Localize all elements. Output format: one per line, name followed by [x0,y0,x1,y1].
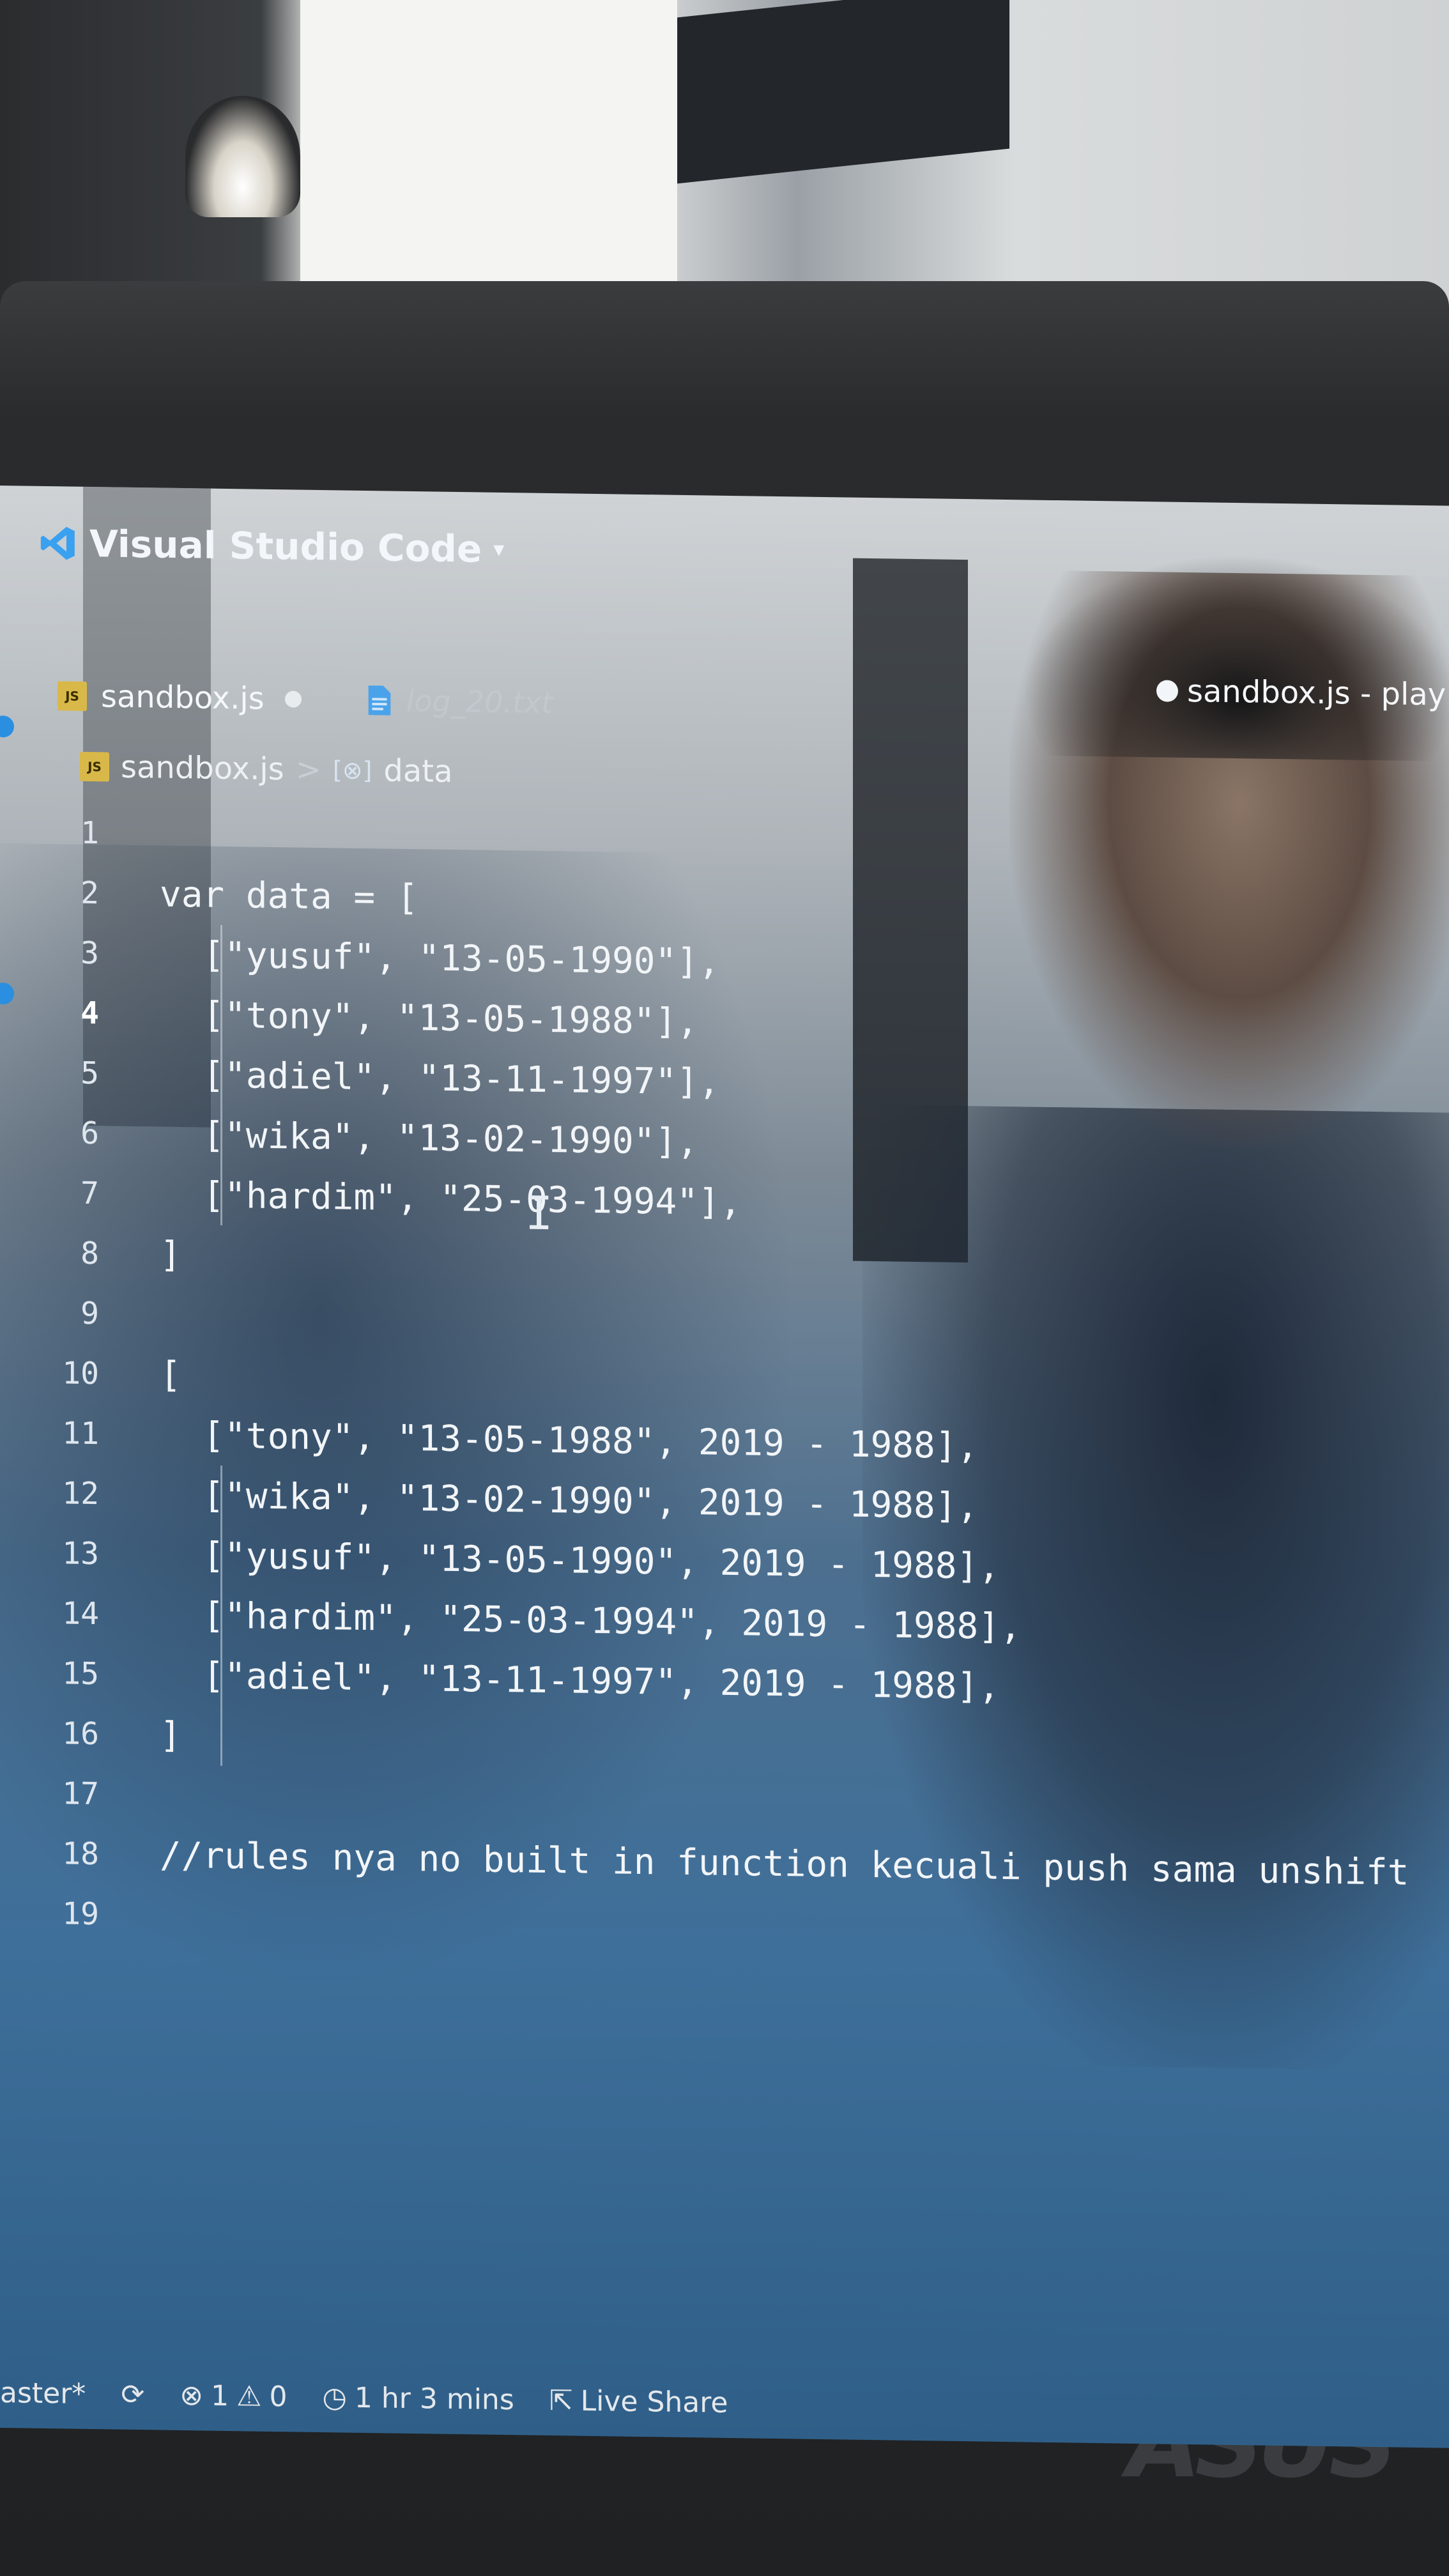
js-file-icon: JS [57,681,87,711]
line-number: 16 [62,1715,99,1752]
sync-icon: ⟳ [121,2378,145,2411]
line-text: ["wika", "13-02-1990", 2019 - 1988], [160,1473,979,1527]
tab-sandbox-js[interactable]: sandbox.js [101,678,264,717]
line-text: [ [160,1353,181,1396]
line-number: 4 [80,995,99,1032]
error-icon: ⊗ [180,2379,204,2412]
sync-button[interactable]: ⟳ [121,2378,144,2411]
laptop-screen: Visual Studio Code ▾ JS sandbox.js log_2… [0,486,1449,2448]
chevron-down-icon[interactable]: ▾ [493,537,504,562]
error-count: 1 [211,2379,229,2412]
tab-label: log_20.txt [406,683,553,721]
code-editor[interactable]: 1 2 var data = [ 3 ["yusuf", "13-05-1990"… [0,802,1449,1963]
vscode-logo-icon [40,526,75,560]
reflection [1022,551,1449,762]
breadcrumb-symbol[interactable]: data [383,753,452,790]
line-text: ["yusuf", "13-05-1990", 2019 - 1988], [160,1533,1000,1588]
line-number: 10 [62,1355,99,1392]
live-share-label: Live Share [580,2384,728,2419]
ceiling-beam [677,0,1009,184]
live-share-button[interactable]: ⇱ Live Share [549,2384,728,2419]
text-cursor-icon: I [525,1186,553,1241]
line-number: 9 [80,1295,99,1332]
line-number: 2 [80,875,99,912]
line-number: 14 [62,1595,99,1632]
unsaved-dot-icon[interactable] [284,691,302,708]
branch-label: aster* [0,2376,86,2411]
line-number: 12 [62,1475,99,1512]
line-text: ["yusuf", "13-05-1990"], [160,933,720,983]
window-title[interactable]: sandbox.js - play [1156,673,1446,713]
line-number: 6 [80,1115,99,1152]
line-number: 18 [62,1836,99,1873]
line-number: 1 [80,815,99,852]
line-text: ["tony", "13-05-1988", 2019 - 1988], [160,1413,979,1467]
line-text: ] [160,1713,181,1756]
window-title-label: sandbox.js - play [1187,673,1446,713]
line-text: ["adiel", "13-11-1997"], [160,1053,720,1103]
app-title: Visual Studio Code [89,521,482,571]
time-label: 1 hr 3 mins [354,2381,514,2416]
text-file-icon [368,685,390,716]
tab-log-txt[interactable]: log_20.txt [367,683,553,720]
line-number: 13 [62,1535,99,1572]
variable-icon: [⊗] [332,756,372,785]
line-text: ["hardim", "25-03-1994", 2019 - 1988], [160,1593,1022,1648]
breadcrumb-separator: > [295,751,321,788]
line-number: 5 [80,1055,99,1092]
activity-indicator-icon [0,715,14,738]
line-number: 11 [62,1415,99,1452]
line-text: ["tony", "13-05-1988"], [160,993,698,1043]
breadcrumb-file[interactable]: sandbox.js [121,749,284,788]
ceiling-lamp [185,96,300,217]
line-text: ["adiel", "13-11-1997", 2019 - 1988], [160,1653,1000,1708]
line-number: 19 [62,1896,99,1933]
clock-icon: ◷ [322,2380,347,2414]
problems-indicator[interactable]: ⊗ 1 ⚠ 0 [180,2379,287,2412]
tab-bar: JS sandbox.js log_20.txt [57,678,553,721]
line-text: ["wika", "13-02-1990"], [160,1113,698,1163]
breadcrumb: JS sandbox.js > [⊗] data [80,749,453,790]
line-text: ] [160,1233,181,1276]
line-text: ["hardim", "25-03-1994"], [160,1173,742,1223]
line-number: 3 [80,935,99,972]
line-number: 15 [62,1655,99,1692]
line-number: 8 [80,1235,99,1272]
live-share-icon: ⇱ [549,2384,573,2418]
warning-count: 0 [269,2380,288,2413]
time-tracker[interactable]: ◷ 1 hr 3 mins [323,2381,514,2416]
line-number: 7 [80,1175,99,1212]
js-file-icon: JS [80,751,109,782]
line-text: var data = [ [160,873,418,919]
unsaved-dot-icon [1156,680,1178,702]
title-bar[interactable]: Visual Studio Code ▾ [38,521,504,571]
line-number: 17 [62,1775,99,1813]
line-text-comment: //rules nya no built in function kecuali… [160,1834,1409,1894]
warning-icon: ⚠ [236,2379,262,2413]
branch-indicator[interactable]: aster* [0,2377,86,2411]
